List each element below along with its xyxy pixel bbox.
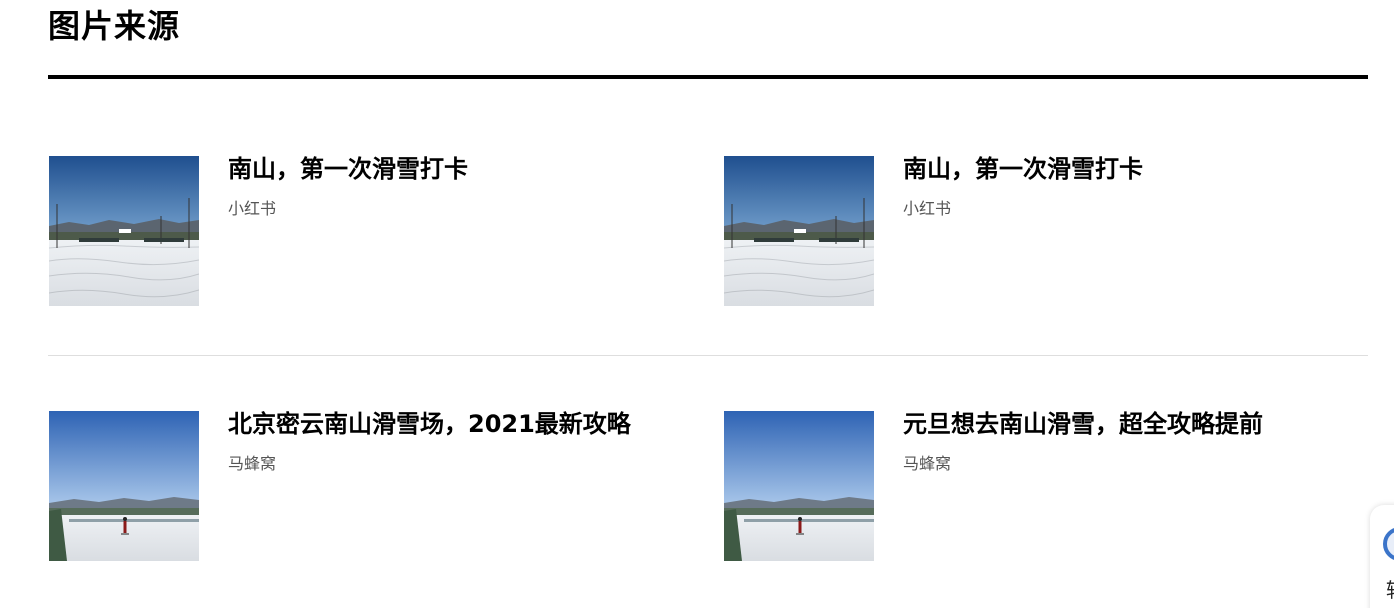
card-source: 马蜂窝 bbox=[903, 454, 952, 473]
source-card[interactable]: 南山，第一次滑雪打卡 小红书 bbox=[48, 154, 688, 308]
source-card[interactable]: 北京密云南山滑雪场，2021最新攻略 马蜂窝 bbox=[48, 409, 688, 563]
card-source: 马蜂窝 bbox=[228, 454, 277, 473]
title-rule bbox=[48, 75, 1368, 79]
thumbnail-image[interactable] bbox=[724, 156, 874, 306]
source-card[interactable]: 元旦想去南山滑雪，超全攻略提前 马蜂窝 bbox=[723, 409, 1363, 563]
floating-widget-label[interactable]: 辅 bbox=[1386, 577, 1394, 603]
thumbnail-image[interactable] bbox=[49, 156, 199, 306]
card-title[interactable]: 南山，第一次滑雪打卡 bbox=[903, 154, 1143, 184]
card-source: 小红书 bbox=[228, 199, 277, 218]
floating-assistant-widget[interactable]: 辅 bbox=[1370, 505, 1394, 608]
card-source: 小红书 bbox=[903, 199, 952, 218]
thumbnail-image[interactable] bbox=[724, 411, 874, 561]
assistant-icon[interactable] bbox=[1383, 527, 1394, 561]
card-title[interactable]: 南山，第一次滑雪打卡 bbox=[228, 154, 468, 184]
card-title[interactable]: 元旦想去南山滑雪，超全攻略提前 bbox=[903, 409, 1263, 439]
source-card[interactable]: 南山，第一次滑雪打卡 小红书 bbox=[723, 154, 1363, 308]
section-title: 图片来源 bbox=[48, 7, 181, 45]
card-title[interactable]: 北京密云南山滑雪场，2021最新攻略 bbox=[228, 409, 631, 439]
thumbnail-image[interactable] bbox=[49, 411, 199, 561]
row-divider bbox=[48, 355, 1368, 356]
